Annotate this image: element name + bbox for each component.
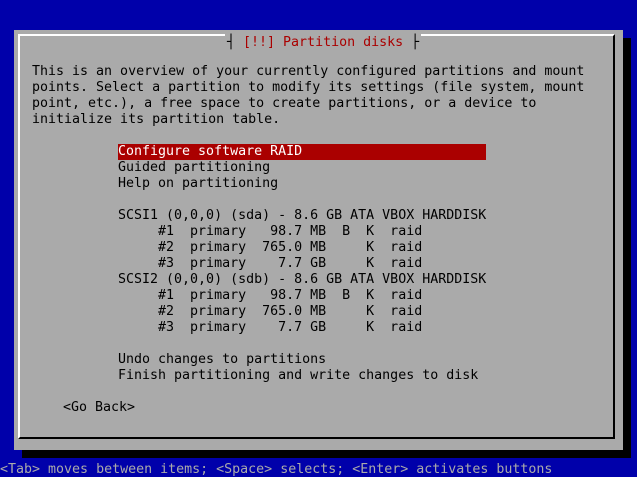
description-line: points. Select a partition to modify its…	[32, 80, 585, 95]
partition-sdb1[interactable]: #1 primary 98.7 MB B K raid	[118, 288, 422, 304]
description-line: initialize its partition table.	[32, 112, 281, 127]
partition-sda2[interactable]: #2 primary 765.0 MB K raid	[118, 240, 422, 256]
disk-sda[interactable]: SCSI1 (0,0,0) (sda) - 8.6 GB ATA VBOX HA…	[118, 208, 486, 224]
description-line: This is an overview of your currently co…	[32, 64, 585, 79]
dialog-title-text: [!!] Partition disks	[243, 35, 404, 50]
dialog-title: ┤ [!!] Partition disks ├	[225, 34, 422, 51]
menu-item-undo-changes[interactable]: Undo changes to partitions	[118, 352, 326, 368]
menu-item-guided-partitioning[interactable]: Guided partitioning	[118, 160, 270, 176]
description-line: point, etc.), a free space to create par…	[32, 96, 537, 111]
partition-sda3[interactable]: #3 primary 7.7 GB K raid	[118, 256, 422, 272]
menu-item-finish-partitioning[interactable]: Finish partitioning and write changes to…	[118, 368, 478, 384]
menu-item-configure-software-raid[interactable]: Configure software RAID	[118, 144, 486, 160]
status-bar: <Tab> moves between items; <Space> selec…	[0, 462, 553, 477]
partition-sdb2[interactable]: #2 primary 765.0 MB K raid	[118, 304, 422, 320]
partition-sdb3[interactable]: #3 primary 7.7 GB K raid	[118, 320, 422, 336]
disk-sdb[interactable]: SCSI2 (0,0,0) (sdb) - 8.6 GB ATA VBOX HA…	[118, 272, 486, 288]
partition-dialog: ┤ [!!] Partition disks ├ This is an over…	[14, 30, 623, 450]
partition-sda1[interactable]: #1 primary 98.7 MB B K raid	[118, 224, 422, 240]
go-back-button[interactable]: <Go Back>	[63, 400, 135, 416]
menu-item-help-on-partitioning[interactable]: Help on partitioning	[118, 176, 278, 192]
